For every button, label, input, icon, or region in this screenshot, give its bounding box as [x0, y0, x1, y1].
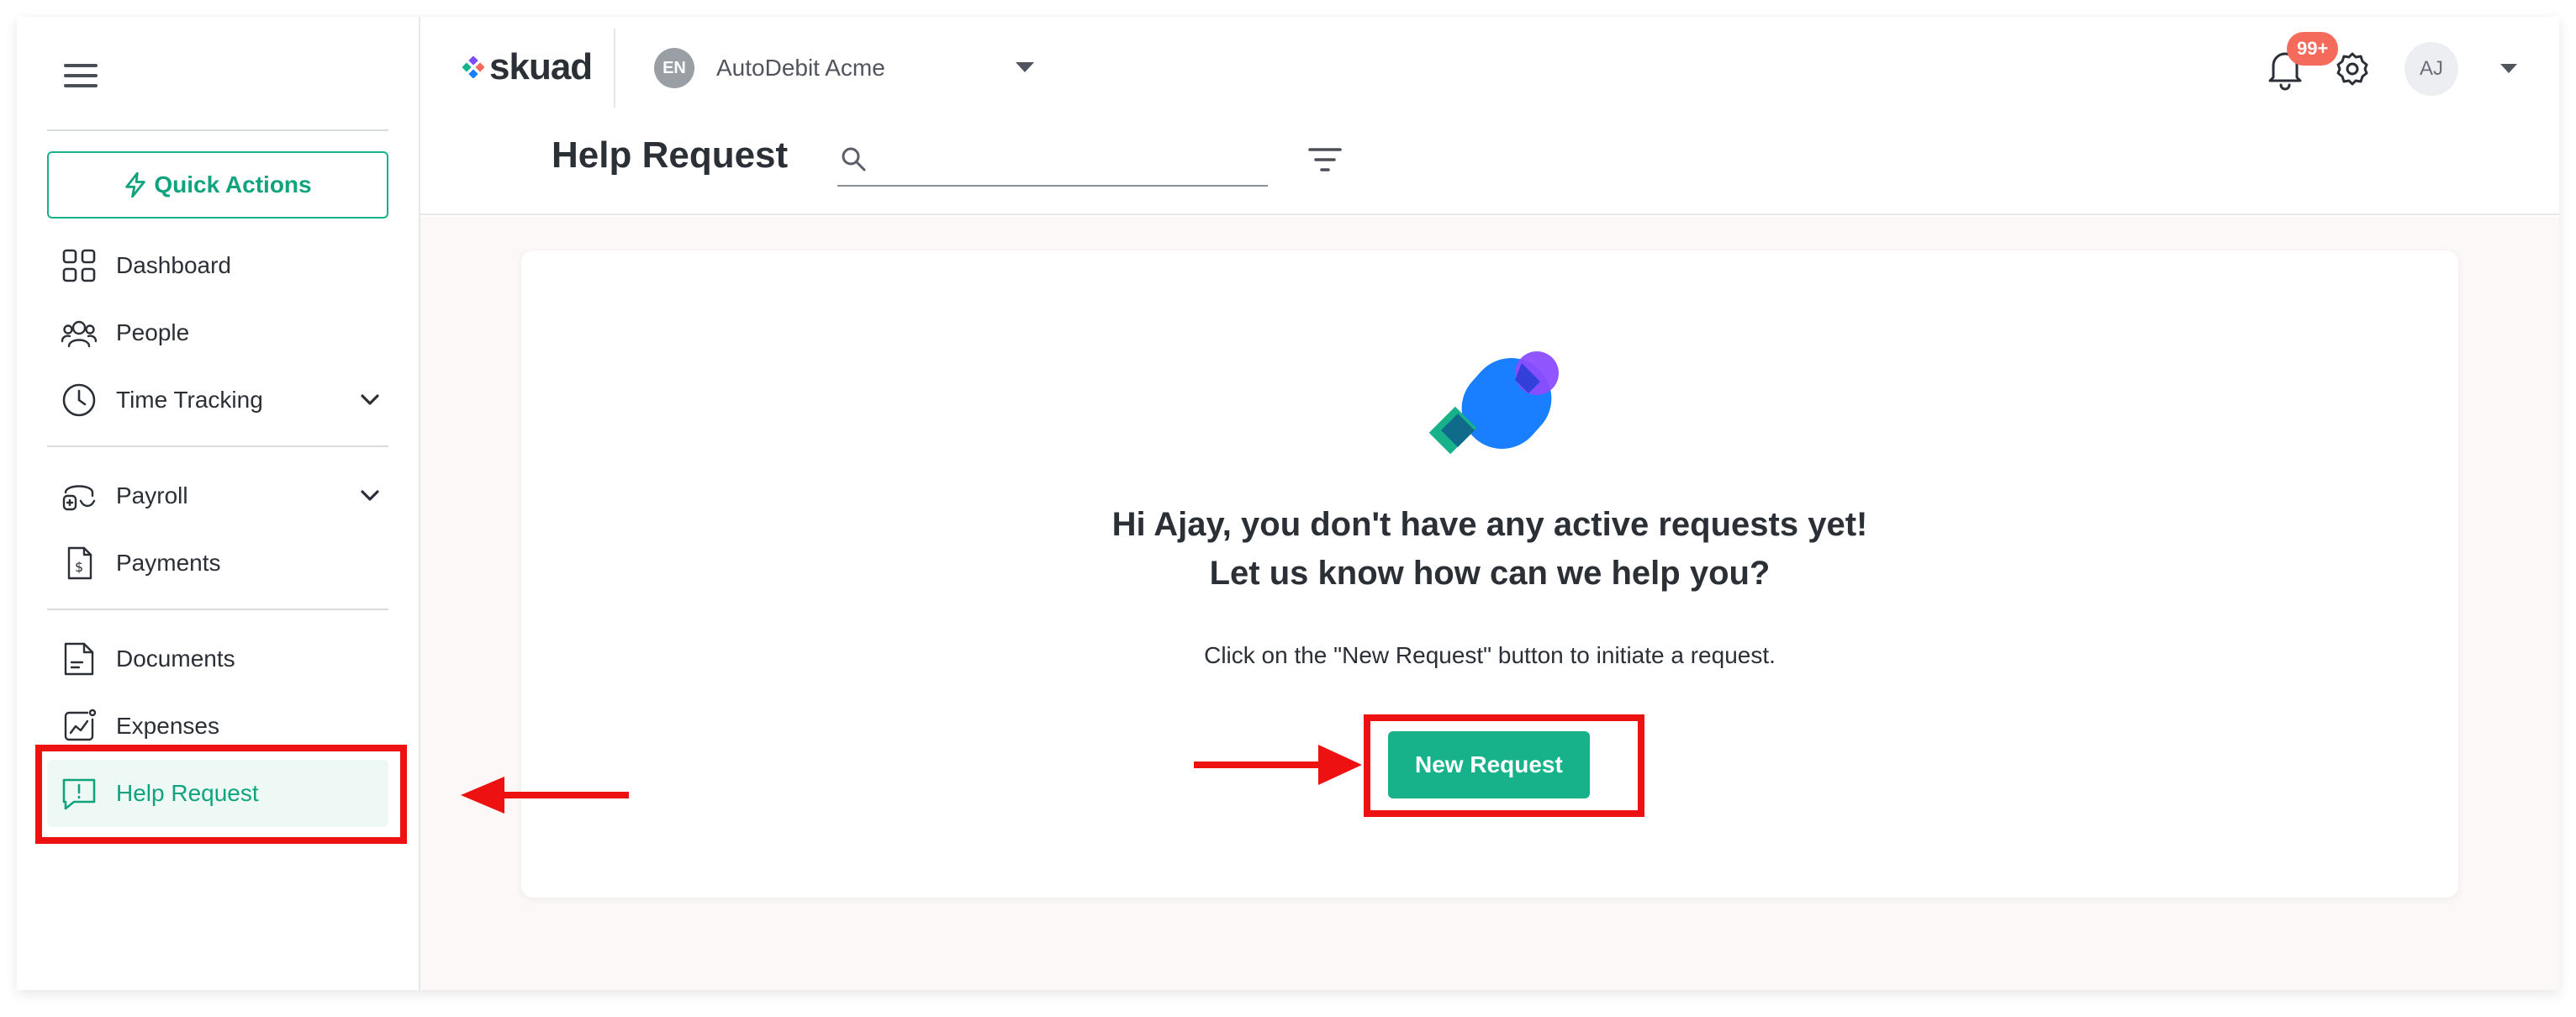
skuad-logo[interactable]: skuad: [462, 46, 593, 87]
sidebar-item-label: Dashboard: [116, 252, 231, 278]
annotation-highlight-button: [1364, 714, 1644, 817]
clock-icon: [61, 382, 98, 419]
sidebar-divider: [47, 609, 388, 610]
quick-actions-button[interactable]: Quick Actions: [47, 151, 388, 219]
annotation-arrow-right-icon: [1194, 745, 1362, 785]
chevron-down-icon[interactable]: [356, 387, 383, 414]
sidebar-item-label: Documents: [116, 646, 235, 672]
sidebar-item-label: Time Tracking: [116, 387, 263, 413]
grid-icon: [61, 247, 98, 284]
search-icon: [842, 147, 866, 171]
chevron-down-icon[interactable]: [356, 482, 383, 509]
search-box[interactable]: [837, 134, 1268, 187]
empty-state-subtext: Click on the "New Request" button to ini…: [1204, 642, 1776, 668]
app-window: Quick Actions Dashboard People Time Trac…: [17, 17, 2559, 990]
sidebar-divider: [47, 129, 388, 131]
filter-icon[interactable]: [1306, 143, 1343, 177]
notification-badge: 99+: [2287, 32, 2339, 66]
avatar[interactable]: AJ: [2404, 42, 2458, 96]
sidebar-item-label: Payments: [116, 550, 221, 576]
sidebar-item-label: Payroll: [116, 482, 188, 508]
company-name: AutoDebit Acme: [716, 55, 885, 81]
sidebar-item-label: Expenses: [116, 713, 219, 739]
svg-text:$: $: [75, 559, 83, 575]
caret-down-icon[interactable]: [2500, 64, 2517, 73]
lightning-icon: [125, 172, 146, 198]
hamburger-menu-icon[interactable]: [64, 64, 98, 92]
company-badge: EN: [654, 48, 694, 88]
expenses-icon: [61, 708, 98, 745]
people-icon: [61, 314, 98, 351]
sidebar-item-documents[interactable]: Documents: [47, 625, 388, 693]
header-divider: [614, 29, 615, 108]
help-request-illustration: [1428, 351, 1559, 455]
gear-icon[interactable]: [2334, 50, 2371, 87]
sidebar-divider: [47, 445, 388, 447]
page-title: Help Request: [552, 134, 789, 176]
sidebar-item-dashboard[interactable]: Dashboard: [47, 232, 388, 299]
logo-mark-icon: [462, 56, 484, 78]
sidebar-item-time-tracking[interactable]: Time Tracking: [47, 366, 388, 434]
sidebar: Quick Actions Dashboard People Time Trac…: [17, 17, 420, 990]
company-selector[interactable]: EN AutoDebit Acme: [654, 47, 1034, 89]
empty-state-heading-line2: Let us know how can we help you?: [1209, 555, 1771, 592]
annotation-highlight-sidebar: [35, 745, 407, 844]
sidebar-item-people[interactable]: People: [47, 299, 388, 366]
sidebar-item-label: People: [116, 319, 190, 345]
sidebar-item-payments[interactable]: $ Payments: [47, 530, 388, 597]
search-input[interactable]: [883, 146, 1244, 173]
quick-actions-label: Quick Actions: [154, 171, 312, 198]
logo-text: skuad: [489, 46, 593, 87]
annotation-arrow-left-icon: [461, 777, 629, 814]
payroll-icon: [61, 477, 98, 514]
top-bar: skuad EN AutoDebit Acme 99+ AJ Help Requ…: [420, 17, 2559, 215]
empty-state-heading-line1: Hi Ajay, you don't have any active reque…: [1111, 506, 1868, 543]
payments-icon: $: [61, 545, 98, 582]
document-icon: [61, 640, 98, 677]
sidebar-item-payroll[interactable]: Payroll: [47, 462, 388, 530]
main-content: Hi Ajay, you don't have any active reque…: [420, 217, 2559, 990]
caret-down-icon: [1016, 62, 1034, 72]
